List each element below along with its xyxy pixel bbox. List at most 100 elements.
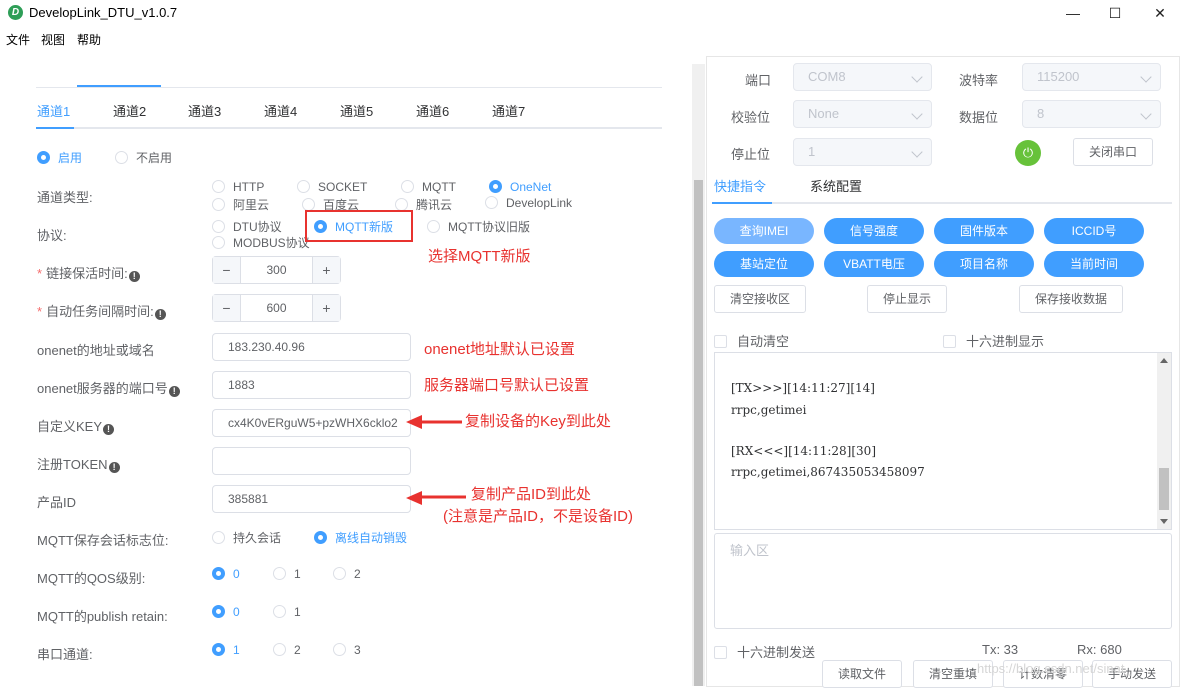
- onenet-address-input[interactable]: 183.230.40.96: [212, 333, 411, 361]
- tab-channel-2[interactable]: 通道2: [113, 101, 146, 120]
- radio-serial-1[interactable]: 1: [212, 643, 240, 657]
- radio-protocol-modbus[interactable]: MODBUS协议: [212, 234, 310, 251]
- port-select[interactable]: COM8: [793, 63, 932, 91]
- receive-log[interactable]: [TX>>>][14:11:27][14] rrpc,getimei [RX<<…: [714, 352, 1172, 530]
- databits-select[interactable]: 8: [1022, 100, 1161, 128]
- tab-channel-4[interactable]: 通道4: [264, 101, 297, 120]
- hex-send-checkbox[interactable]: 十六进制发送: [714, 642, 815, 661]
- close-port-button[interactable]: 关闭串口: [1073, 138, 1153, 166]
- radio-session-persistent[interactable]: 持久会话: [212, 529, 281, 546]
- radio-type-developlink[interactable]: DevelopLink: [485, 196, 572, 210]
- tab-channel-1[interactable]: 通道1: [37, 101, 70, 120]
- serial-channel-label: 串口通道:: [37, 647, 93, 662]
- save-receive-button[interactable]: 保存接收数据: [1019, 285, 1123, 313]
- decrement-button[interactable]: −: [213, 257, 241, 283]
- radio-retain-0[interactable]: 0: [212, 605, 240, 619]
- radio-session-clean[interactable]: 离线自动销毁: [314, 529, 407, 546]
- channel-config-panel: 通道1 通道2 通道3 通道4 通道5 通道6 通道7 启用 不启用 通道类型:…: [0, 49, 682, 687]
- log-scrollbar-thumb[interactable]: [1159, 468, 1169, 510]
- info-icon: !: [103, 424, 115, 435]
- radio-serial-2[interactable]: 2: [273, 643, 301, 657]
- close-window-button[interactable]: ✕: [1137, 3, 1181, 23]
- session-flag-label: MQTT保存会话标志位:: [37, 533, 169, 548]
- parity-select[interactable]: None: [793, 100, 932, 128]
- radio-type-http[interactable]: HTTP: [212, 180, 264, 194]
- tab-channel-6[interactable]: 通道6: [416, 101, 449, 120]
- decrement-button[interactable]: −: [213, 295, 241, 321]
- tab-channel-5[interactable]: 通道5: [340, 101, 373, 120]
- increment-button[interactable]: +: [312, 295, 340, 321]
- window-title: DevelopLink_DTU_v1.0.7: [29, 5, 178, 20]
- send-input-area[interactable]: 输入区: [714, 533, 1172, 629]
- onenet-port-input[interactable]: 1883: [212, 371, 411, 399]
- menu-help[interactable]: 帮助: [77, 31, 101, 48]
- log-scrollbar[interactable]: [1157, 353, 1171, 529]
- radio-qos-0[interactable]: 0: [212, 567, 240, 581]
- parity-label: 校验位: [731, 110, 771, 125]
- chevron-down-icon: [911, 71, 923, 83]
- radio-serial-3[interactable]: 3: [333, 643, 361, 657]
- info-icon: !: [128, 271, 140, 282]
- firmware-version-button[interactable]: 固件版本: [934, 218, 1034, 244]
- tab-quick-commands[interactable]: 快捷指令: [714, 176, 766, 195]
- scroll-down-icon[interactable]: [1160, 519, 1168, 524]
- menu-file[interactable]: 文件: [6, 31, 30, 48]
- task-interval-value[interactable]: 600: [241, 295, 312, 321]
- top-tab-active-bar: [77, 85, 161, 87]
- menu-view[interactable]: 视图: [41, 31, 65, 48]
- token-input[interactable]: [212, 447, 411, 475]
- send-input-placeholder: 输入区: [730, 543, 770, 558]
- product-id-label: 产品ID: [37, 495, 77, 510]
- increment-button[interactable]: +: [312, 257, 340, 283]
- keepalive-stepper[interactable]: − 300 +: [212, 256, 341, 284]
- task-interval-stepper[interactable]: − 600 +: [212, 294, 341, 322]
- radio-retain-1[interactable]: 1: [273, 605, 301, 619]
- app-logo-icon: D: [8, 5, 23, 20]
- auto-clear-checkbox[interactable]: 自动清空: [714, 331, 789, 350]
- vbatt-button[interactable]: VBATT电压: [824, 251, 924, 277]
- hex-display-checkbox[interactable]: 十六进制显示: [943, 331, 1044, 350]
- baud-select[interactable]: 115200: [1022, 63, 1161, 91]
- scroll-up-icon[interactable]: [1160, 358, 1168, 363]
- radio-protocol-dtu[interactable]: DTU协议: [212, 218, 282, 235]
- stopbits-select[interactable]: 1: [793, 138, 932, 166]
- maximize-button[interactable]: ☐: [1092, 3, 1138, 23]
- rx-counter: Rx: 680: [1077, 642, 1122, 657]
- radio-protocol-mqtt-old[interactable]: MQTT协议旧版: [427, 218, 530, 235]
- radio-type-aliyun[interactable]: 阿里云: [212, 196, 269, 213]
- stop-display-button[interactable]: 停止显示: [867, 285, 947, 313]
- tab-channel-7[interactable]: 通道7: [492, 101, 525, 120]
- radio-qos-1[interactable]: 1: [273, 567, 301, 581]
- clear-receive-button[interactable]: 清空接收区: [714, 285, 806, 313]
- project-name-button[interactable]: 项目名称: [934, 251, 1034, 277]
- onenet-port-label: onenet服务器的端口号!: [37, 378, 180, 397]
- query-imei-button[interactable]: 查询IMEI: [714, 218, 814, 244]
- current-time-button[interactable]: 当前时间: [1044, 251, 1144, 277]
- radio-type-socket[interactable]: SOCKET: [297, 180, 367, 194]
- keepalive-value[interactable]: 300: [241, 257, 312, 283]
- radio-type-mqtt[interactable]: MQTT: [401, 180, 456, 194]
- radio-qos-2[interactable]: 2: [333, 567, 361, 581]
- custom-key-label: 自定义KEY!: [37, 416, 115, 435]
- chevron-down-icon: [911, 146, 923, 158]
- cell-location-button[interactable]: 基站定位: [714, 251, 814, 277]
- port-label: 端口: [745, 73, 772, 88]
- minimize-button[interactable]: —: [1050, 3, 1096, 23]
- radio-enable-on[interactable]: 启用: [37, 149, 82, 166]
- power-icon[interactable]: ⏻: [1015, 140, 1041, 166]
- tab-channel-3[interactable]: 通道3: [188, 101, 221, 120]
- read-file-button[interactable]: 读取文件: [822, 660, 902, 688]
- radio-type-onenet[interactable]: OneNet: [489, 180, 551, 194]
- config-scrollbar-thumb[interactable]: [694, 180, 703, 686]
- radio-enable-off[interactable]: 不启用: [115, 149, 172, 166]
- signal-strength-button[interactable]: 信号强度: [824, 218, 924, 244]
- custom-key-input[interactable]: cx4K0vERguW5+pzWHX6cklo2: [212, 409, 411, 437]
- annotation-highlight-box: [305, 210, 413, 242]
- keepalive-label: * 链接保活时间:!: [37, 263, 140, 282]
- product-id-input[interactable]: 385881: [212, 485, 411, 513]
- tab-system-config[interactable]: 系统配置: [810, 176, 862, 195]
- menu-bar: 文件 视图 帮助: [0, 27, 1181, 49]
- iccid-button[interactable]: ICCID号: [1044, 218, 1144, 244]
- annotation-product-line2: (注意是产品ID，不是设备ID): [443, 508, 633, 525]
- chevron-down-icon: [1140, 108, 1152, 120]
